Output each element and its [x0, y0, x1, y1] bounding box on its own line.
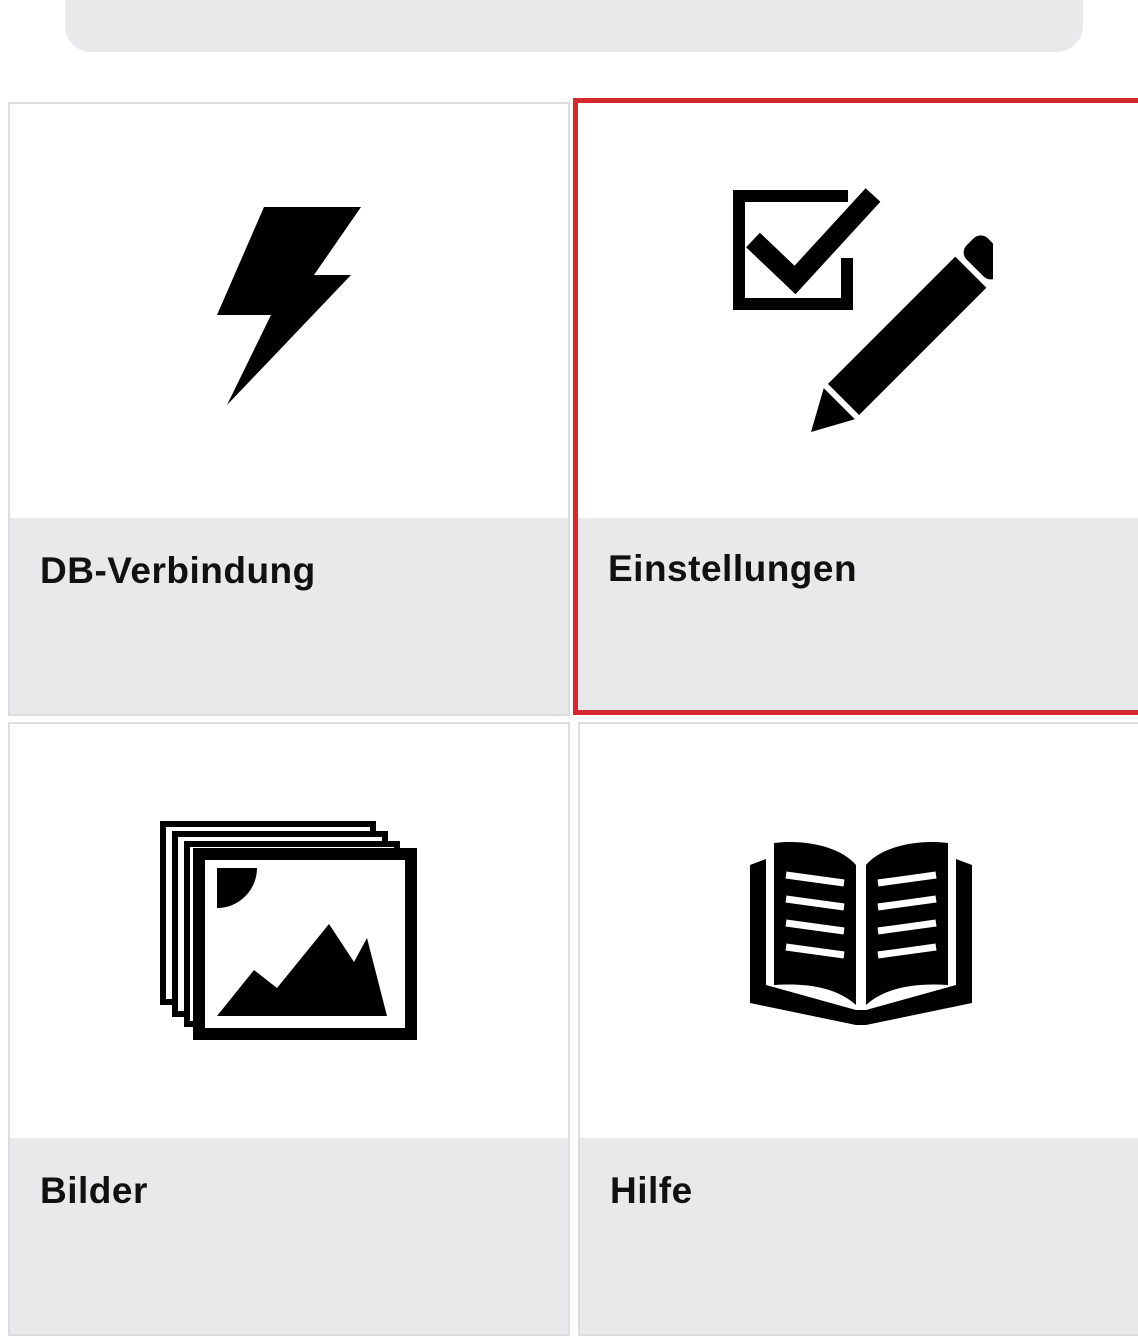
tile-label: Hilfe [610, 1170, 693, 1211]
tile-db-verbindung[interactable]: DB-Verbindung [8, 102, 570, 716]
lightning-bolt-icon [217, 207, 361, 405]
tile-hilfe[interactable]: Hilfe [578, 722, 1138, 1336]
checkbox-pencil-icon [733, 188, 993, 432]
tile-label-area: Bilder [10, 1138, 568, 1334]
tile-label: Einstellungen [608, 548, 858, 589]
tile-label-area: DB-Verbindung [10, 518, 568, 714]
open-book-icon [750, 841, 972, 1025]
tile-label-area: Hilfe [580, 1138, 1138, 1334]
top-search-bar[interactable] [65, 0, 1083, 52]
image-stack-icon [160, 821, 417, 1040]
tile-icon-area [10, 724, 568, 1136]
tile-einstellungen[interactable]: Einstellungen [573, 98, 1138, 715]
tile-label: DB-Verbindung [40, 550, 316, 591]
tile-label-area: Einstellungen [578, 518, 1138, 710]
tile-icon-area [578, 103, 1138, 517]
tile-label: Bilder [40, 1170, 148, 1211]
tile-bilder[interactable]: Bilder [8, 722, 570, 1336]
tile-icon-area [10, 104, 568, 516]
tile-icon-area [580, 724, 1138, 1136]
